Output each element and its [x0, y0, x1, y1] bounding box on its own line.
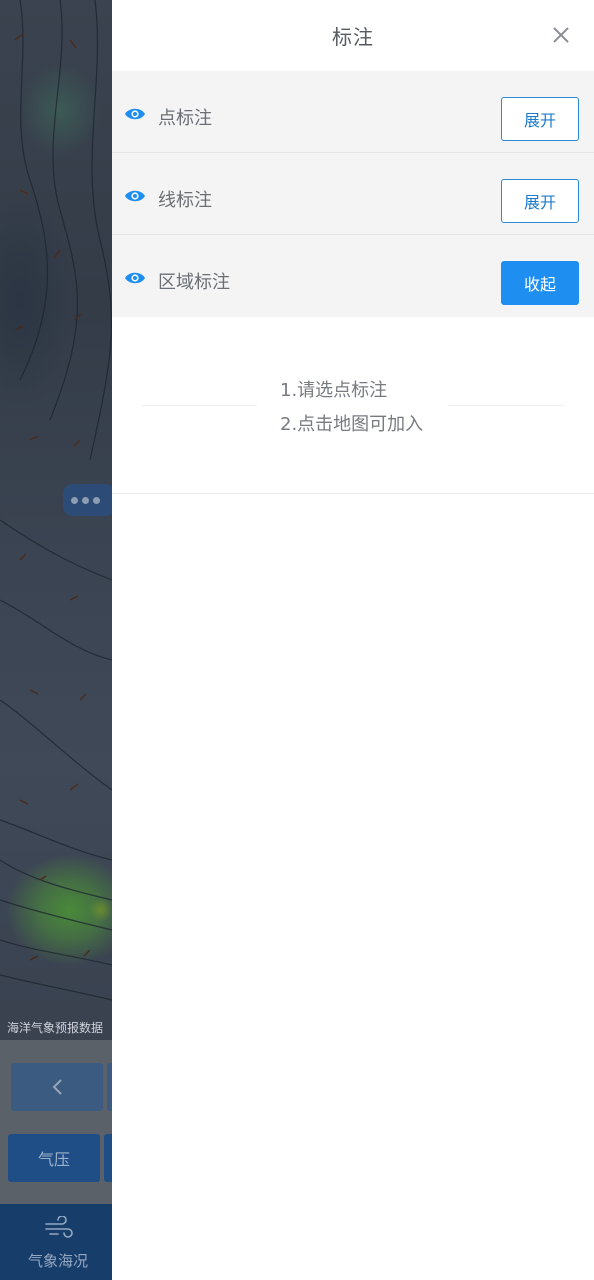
eye-icon[interactable]: [124, 271, 146, 285]
instruction-step-1: 1.请选点标注: [280, 380, 388, 401]
map-more-button[interactable]: [63, 484, 112, 516]
map-pressure-button[interactable]: 气压: [8, 1134, 100, 1182]
more-dot: [71, 496, 78, 504]
map-data-source-label: 海洋气象预报数据: [7, 1021, 104, 1035]
annotation-panel: 标注 点标注 展开 线标注 展开 区域标注 收起 1.请选点标注 2.点击地图可…: [112, 0, 594, 1280]
panel-header: 标注: [112, 0, 594, 70]
expand-button[interactable]: 展开: [501, 97, 579, 141]
eye-icon[interactable]: [124, 107, 146, 121]
divider: [142, 405, 257, 406]
map-previous-button[interactable]: [11, 1063, 103, 1111]
annotation-row-label: 区域标注: [158, 272, 230, 293]
map-tab-label: 气象海况: [28, 1252, 89, 1270]
divider: [448, 405, 564, 406]
more-dot: [93, 496, 100, 504]
collapse-button[interactable]: 收起: [501, 261, 579, 305]
annotation-row-line: 线标注 展开: [112, 153, 594, 235]
chevron-left-icon: [52, 1079, 62, 1095]
instruction-step-2: 2.点击地图可加入: [280, 414, 424, 435]
close-icon[interactable]: [550, 24, 572, 46]
annotation-row-label: 点标注: [158, 108, 212, 129]
wind-icon: [45, 1216, 73, 1238]
map-background[interactable]: 海洋气象预报数据 气压 气象海况: [0, 0, 112, 1280]
panel-title: 标注: [332, 24, 374, 49]
annotation-row-area: 区域标注 收起: [112, 235, 594, 317]
annotation-row-point: 点标注 展开: [112, 71, 594, 153]
annotation-list: 点标注 展开 线标注 展开 区域标注 收起: [112, 71, 594, 317]
expand-button[interactable]: 展开: [501, 179, 579, 223]
annotation-instructions: [112, 318, 594, 494]
eye-icon[interactable]: [124, 189, 146, 203]
annotation-row-label: 线标注: [158, 190, 212, 211]
more-dot: [82, 496, 89, 504]
map-layer-button[interactable]: [104, 1134, 112, 1182]
